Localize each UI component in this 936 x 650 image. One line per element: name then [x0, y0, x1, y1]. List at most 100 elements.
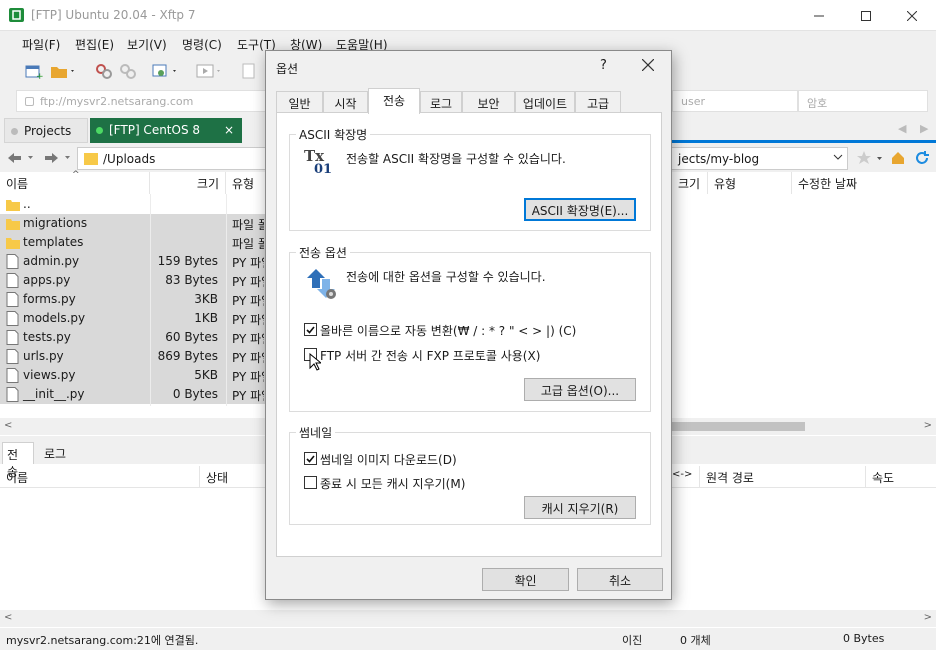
host-input[interactable]: ftp://mysvr2.netsarang.com [16, 90, 266, 112]
remote-path-input[interactable]: jects/my-blog [672, 147, 848, 170]
clear-cache-label[interactable]: 종료 시 모든 캐시 지우기(M) [320, 475, 465, 492]
advanced-options-button[interactable]: 고급 옵션(O)... [524, 378, 636, 401]
forward-icon[interactable] [42, 151, 72, 165]
tab-startup[interactable]: 시작 [323, 91, 368, 113]
folder-icon [6, 197, 20, 212]
clear-cache-checkbox[interactable] [304, 476, 317, 489]
menu-command[interactable]: 명령(C) [182, 36, 222, 53]
col-size[interactable]: 크기 [672, 172, 708, 194]
settings-icon[interactable] [152, 62, 176, 80]
file-type: 파일 폴더 [232, 237, 264, 251]
tab-transfer-options[interactable]: 전송 [368, 88, 420, 114]
col-speed[interactable]: 속도 [866, 466, 936, 488]
auto-rename-label[interactable]: 올바른 이름으로 자동 변환(₩ / : * ? " < > |) (C) [320, 322, 576, 339]
scroll-right-icon[interactable]: > [924, 612, 932, 623]
ok-button[interactable]: 확인 [482, 568, 569, 591]
dialog-close-button[interactable] [642, 59, 654, 71]
col-remote-path[interactable]: 원격 경로 [700, 466, 866, 488]
transfer-mode: 이진 [622, 634, 643, 647]
cancel-button[interactable]: 취소 [577, 568, 663, 591]
refresh-icon[interactable] [914, 150, 930, 166]
scroll-left-icon[interactable]: < [4, 420, 12, 431]
col-type[interactable]: 유형 [708, 172, 792, 194]
terminal-icon[interactable] [196, 62, 220, 80]
local-path-input[interactable]: /Uploads [77, 147, 266, 170]
tab-log[interactable]: 로그 [44, 445, 66, 462]
tab-projects[interactable]: Projects [4, 118, 88, 143]
scroll-right-icon[interactable]: > [924, 420, 932, 431]
horizontal-scrollbar[interactable]: < > [0, 610, 936, 627]
tab-log-options[interactable]: 로그 [420, 91, 462, 113]
tab-centos[interactable]: [FTP] CentOS 8 × [90, 118, 242, 143]
cancel-label: 취소 [608, 574, 632, 588]
home-icon[interactable] [890, 150, 906, 166]
menu-edit[interactable]: 편집(E) [75, 36, 114, 53]
thumbnail-download-label[interactable]: 썸네일 이미지 다운로드(D) [320, 451, 457, 468]
clear-cache-button[interactable]: 캐시 지우기(R) [524, 496, 636, 519]
auto-rename-checkbox[interactable] [304, 323, 317, 336]
col-status-label: 상태 [206, 471, 229, 485]
status-dot-icon [11, 128, 18, 135]
tab-security-label: 보안 [477, 97, 500, 111]
file-icon [6, 311, 19, 326]
advanced-options-label: 고급 옵션(O)... [540, 384, 620, 398]
col-divider [226, 194, 227, 406]
file-name: forms.py [23, 292, 76, 306]
help-button[interactable]: ? [600, 58, 607, 73]
thumbnail-download-checkbox[interactable] [304, 452, 317, 465]
col-status[interactable]: 상태 [200, 466, 266, 488]
new-session-icon[interactable]: + [24, 62, 44, 80]
menu-file[interactable]: 파일(F) [22, 36, 60, 53]
fxp-label[interactable]: FTP 서버 간 전송 시 FXP 프로토콜 사용(X) [320, 347, 540, 364]
maximize-button[interactable] [843, 0, 889, 31]
horizontal-scrollbar[interactable]: < [0, 418, 266, 435]
lock-icon [25, 97, 34, 106]
file-icon [6, 330, 19, 345]
menu-view[interactable]: 보기(V) [127, 36, 167, 53]
col-size[interactable]: 크기 [150, 172, 226, 194]
col-type-label: 유형 [232, 177, 255, 191]
tab-update[interactable]: 업데이트 [515, 91, 575, 113]
ascii-extensions-button[interactable]: ASCII 확장명(E)... [524, 198, 636, 221]
horizontal-scrollbar[interactable]: > [672, 418, 936, 435]
tab-transfer[interactable]: 전송 [2, 442, 34, 479]
col-modified[interactable]: 수정한 날짜 [792, 172, 936, 194]
thumbnail-group: 썸네일 썸네일 이미지 다운로드(D) 종료 시 모든 캐시 지우기(M) 캐시… [289, 424, 651, 525]
file-name: .. [23, 197, 31, 211]
tab-update-label: 업데이트 [522, 97, 568, 111]
file-type: PY 파일 [232, 294, 264, 308]
ascii-extensions-label: ASCII 확장명(E)... [531, 204, 629, 218]
close-button[interactable] [889, 0, 935, 31]
password-input[interactable]: 암호 [798, 90, 928, 112]
tab-scroll-left-icon[interactable]: ◀ [898, 122, 906, 135]
chevron-down-icon[interactable] [833, 151, 843, 163]
ascii-icon-bottom: 01 [314, 162, 333, 177]
file-size: 5KB [194, 368, 218, 382]
tab-security[interactable]: 보안 [462, 91, 515, 113]
properties-icon[interactable] [240, 62, 260, 80]
open-folder-icon[interactable] [50, 62, 74, 80]
col-type[interactable]: 유형 [226, 172, 266, 194]
tab-scroll-right-icon[interactable]: ▶ [920, 122, 928, 135]
scroll-left-icon[interactable]: < [4, 612, 12, 623]
disconnect-icon[interactable] [118, 62, 138, 80]
connect-icon[interactable] [94, 62, 114, 80]
file-type: PY 파일 [232, 313, 264, 327]
tab-advanced[interactable]: 고급 [575, 91, 621, 113]
col-name[interactable]: 이름 [0, 466, 200, 488]
active-pane-indicator [672, 140, 936, 143]
folder-icon [6, 216, 20, 231]
user-input[interactable]: user [672, 90, 798, 112]
file-type: PY 파일 [232, 370, 264, 384]
tab-general[interactable]: 일반 [276, 91, 323, 113]
window-title: [FTP] Ubuntu 20.04 - Xftp 7 [31, 8, 196, 22]
scroll-thumb[interactable] [672, 422, 805, 431]
back-icon[interactable] [6, 151, 34, 165]
close-tab-icon[interactable]: × [224, 123, 234, 137]
file-name: migrations [23, 216, 88, 230]
file-icon [6, 292, 19, 307]
bookmark-star-icon[interactable] [856, 150, 886, 166]
col-type-label: 유형 [714, 177, 737, 191]
minimize-button[interactable] [796, 0, 842, 31]
file-type: PY 파일 [232, 275, 264, 289]
